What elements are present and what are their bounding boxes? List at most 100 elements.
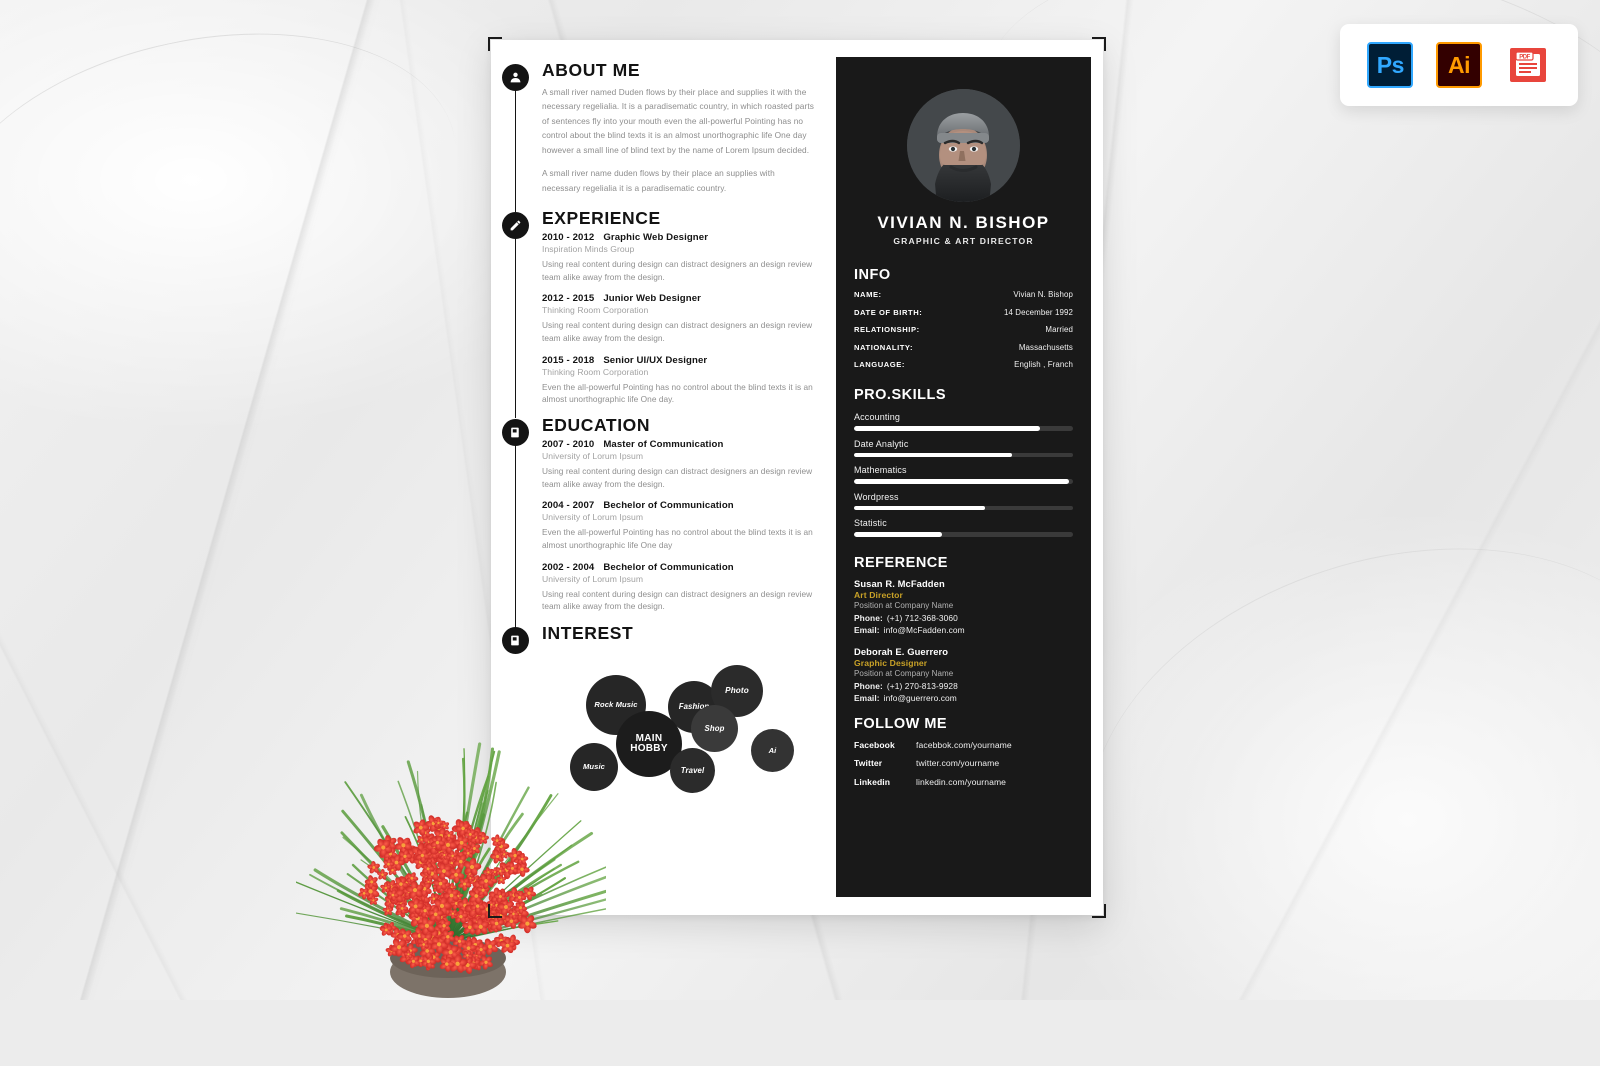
entry-organization: University of Lorum Ipsum	[542, 573, 644, 584]
reference-position: Position at Company Name	[854, 668, 954, 678]
follow-row[interactable]: Linkedin linkedin.com/yourname	[854, 777, 1073, 787]
follow-list: Facebook facebbok.com/yourname Twitter twit…	[854, 740, 1073, 787]
follow-row[interactable]: Facebook facebbok.com/yourname	[854, 740, 1073, 750]
email-value[interactable]: info@guerrero.com	[884, 693, 957, 703]
reference-phone-line: Phone: (+1) 270-813-9928	[854, 681, 1073, 691]
entry-heading: 2002 - 2004 Bechelor of Communication	[542, 562, 814, 573]
entry-role: Graphic Web Designer	[603, 232, 709, 244]
skill-row: Wordpress	[854, 492, 1073, 511]
entry-heading: 2007 - 2010 Master of Communication	[542, 439, 814, 450]
entry-heading: 2004 - 2007 Bechelor of Communication	[542, 500, 814, 511]
follow-network: Facebook	[854, 739, 895, 750]
info-key: LANGUAGE:	[854, 360, 905, 369]
follow-url[interactable]: linkedin.com/yourname	[916, 777, 1006, 787]
pdf-icon: PDF	[1509, 48, 1546, 82]
email-label: Email:	[854, 692, 880, 703]
entry-years: 2002 - 2004	[542, 561, 595, 573]
interest-bubble-label: Travel	[680, 765, 705, 775]
marble-vein	[0, 0, 486, 391]
info-block: INFO NAME: Vivian N. Bishop DATE OF BIRTH:…	[854, 267, 1073, 369]
reference-title: REFERENCE	[854, 554, 948, 571]
follow-url[interactable]: facebbok.com/yourname	[916, 740, 1012, 750]
timeline-entry: 2015 - 2018 Senior UI/UX Designer Thinking…	[542, 355, 814, 406]
info-row: NAME: Vivian N. Bishop	[854, 290, 1073, 299]
info-value: Massachusetts	[1018, 342, 1073, 352]
skill-row: Mathematics	[854, 465, 1073, 484]
skill-name: Statistic	[854, 518, 887, 529]
follow-url[interactable]: twitter.com/yourname	[916, 758, 999, 768]
crop-mark-bottom-right	[1092, 904, 1106, 918]
entry-years: 2007 - 2010	[542, 439, 595, 451]
skill-fill	[854, 426, 1041, 431]
reference-list: Susan R. McFadden Art Director Position at…	[854, 578, 1073, 703]
skill-row: Accounting	[854, 412, 1073, 431]
reference-name: Susan R. McFadden	[854, 577, 945, 589]
entry-organization: Inspiration Minds Group	[542, 244, 635, 255]
email-label: Email:	[854, 624, 880, 635]
info-value: 14 December 1992	[1003, 307, 1073, 317]
skills-title: PRO.SKILLS	[854, 387, 947, 403]
book-icon	[502, 626, 529, 654]
entry-organization: Thinking Room Corporation	[542, 305, 649, 316]
phone-value: (+1) 270-813-9928	[886, 680, 958, 691]
entry-organization: University of Lorum Ipsum	[542, 451, 644, 462]
email-value[interactable]: info@McFadden.com	[884, 625, 965, 635]
crop-mark-bottom-left	[488, 904, 502, 918]
pdf-badge[interactable]: PDF	[1504, 42, 1551, 88]
crop-mark-top-right	[1092, 37, 1106, 51]
skill-track	[854, 532, 1073, 537]
pencil-icon	[502, 211, 529, 239]
reference-name: Deborah E. Guerrero	[854, 645, 949, 657]
timeline-entry: 2012 - 2015 Junior Web Designer Thinking R…	[542, 293, 814, 344]
flower-bouquet-photo	[262, 700, 641, 1000]
entry-years: 2015 - 2018	[542, 354, 595, 366]
info-row: DATE OF BIRTH: 14 December 1992	[854, 308, 1073, 317]
timeline-entry: 2007 - 2010 Master of Communication Univer…	[542, 439, 814, 490]
skill-name: Accounting	[854, 412, 901, 422]
info-value: Married	[1045, 325, 1073, 334]
entry-description: Using real content during design can dis…	[542, 466, 813, 489]
reference-phone-line: Phone: (+1) 712-368-3060	[854, 613, 1073, 623]
person-name: VIVIAN N. BISHOP	[877, 213, 1050, 232]
phone-label: Phone:	[854, 612, 883, 623]
entry-description: Using real content during design can dis…	[542, 259, 813, 282]
section-title: EXPERIENCE	[542, 207, 661, 228]
reference-email-line: Email: info@guerrero.com	[854, 693, 1073, 703]
skill-rows: Accounting Date Analytic Mathematics Wordpr…	[854, 412, 1073, 537]
about-paragraph: A small river name duden flows by their …	[542, 168, 775, 194]
interest-bubble: Travel	[670, 748, 715, 794]
skill-row: Date Analytic	[854, 439, 1073, 458]
about-paragraph: A small river named Duden flows by their…	[542, 86, 814, 155]
experience-list: 2010 - 2012 Graphic Web Designer Inspirati…	[542, 232, 828, 406]
info-row: LANGUAGE: English , Franch	[854, 360, 1073, 369]
follow-title: FOLLOW ME	[854, 715, 948, 732]
skill-fill	[854, 532, 942, 537]
section-title: ABOUT ME	[542, 60, 641, 80]
entry-description: Even the all-powerful Pointing has no co…	[542, 381, 813, 405]
education-list: 2007 - 2010 Master of Communication Univer…	[542, 439, 828, 613]
reference-email-line: Email: info@McFadden.com	[854, 625, 1073, 635]
format-badges: Ps Ai PDF	[1340, 24, 1578, 106]
interest-bubble-label: Ai	[768, 745, 777, 755]
entry-years: 2004 - 2007	[542, 500, 595, 512]
entry-role: Bechelor of Communication	[603, 500, 734, 512]
entry-description: Even the all-powerful Pointing has no co…	[542, 527, 813, 550]
reference-item: Deborah E. Guerrero Graphic Designer Posit…	[854, 646, 1073, 703]
illustrator-badge[interactable]: Ai	[1435, 42, 1482, 88]
interest-bubble-label: Shop	[704, 723, 725, 733]
reference-role: Art Director	[854, 589, 903, 600]
skills-block: PRO.SKILLS Accounting Date Analytic Mathem…	[854, 387, 1073, 537]
skill-track	[854, 452, 1073, 458]
section-rail	[514, 84, 517, 212]
skill-name: Date Analytic	[854, 438, 909, 449]
info-value: Vivian N. Bishop	[1013, 290, 1073, 299]
interest-bubble: Shop	[691, 705, 738, 753]
info-key: DATE OF BIRTH:	[854, 307, 923, 317]
entry-heading: 2012 - 2015 Junior Web Designer	[542, 293, 814, 304]
follow-row[interactable]: Twitter twitter.com/yourname	[854, 758, 1073, 768]
reference-position: Position at Company Name	[854, 600, 954, 610]
book-icon	[502, 418, 529, 446]
reference-block: REFERENCE Susan R. McFadden Art Director P…	[854, 555, 1073, 703]
reference-item: Susan R. McFadden Art Director Position at…	[854, 578, 1073, 635]
photoshop-badge[interactable]: Ps	[1367, 42, 1414, 88]
